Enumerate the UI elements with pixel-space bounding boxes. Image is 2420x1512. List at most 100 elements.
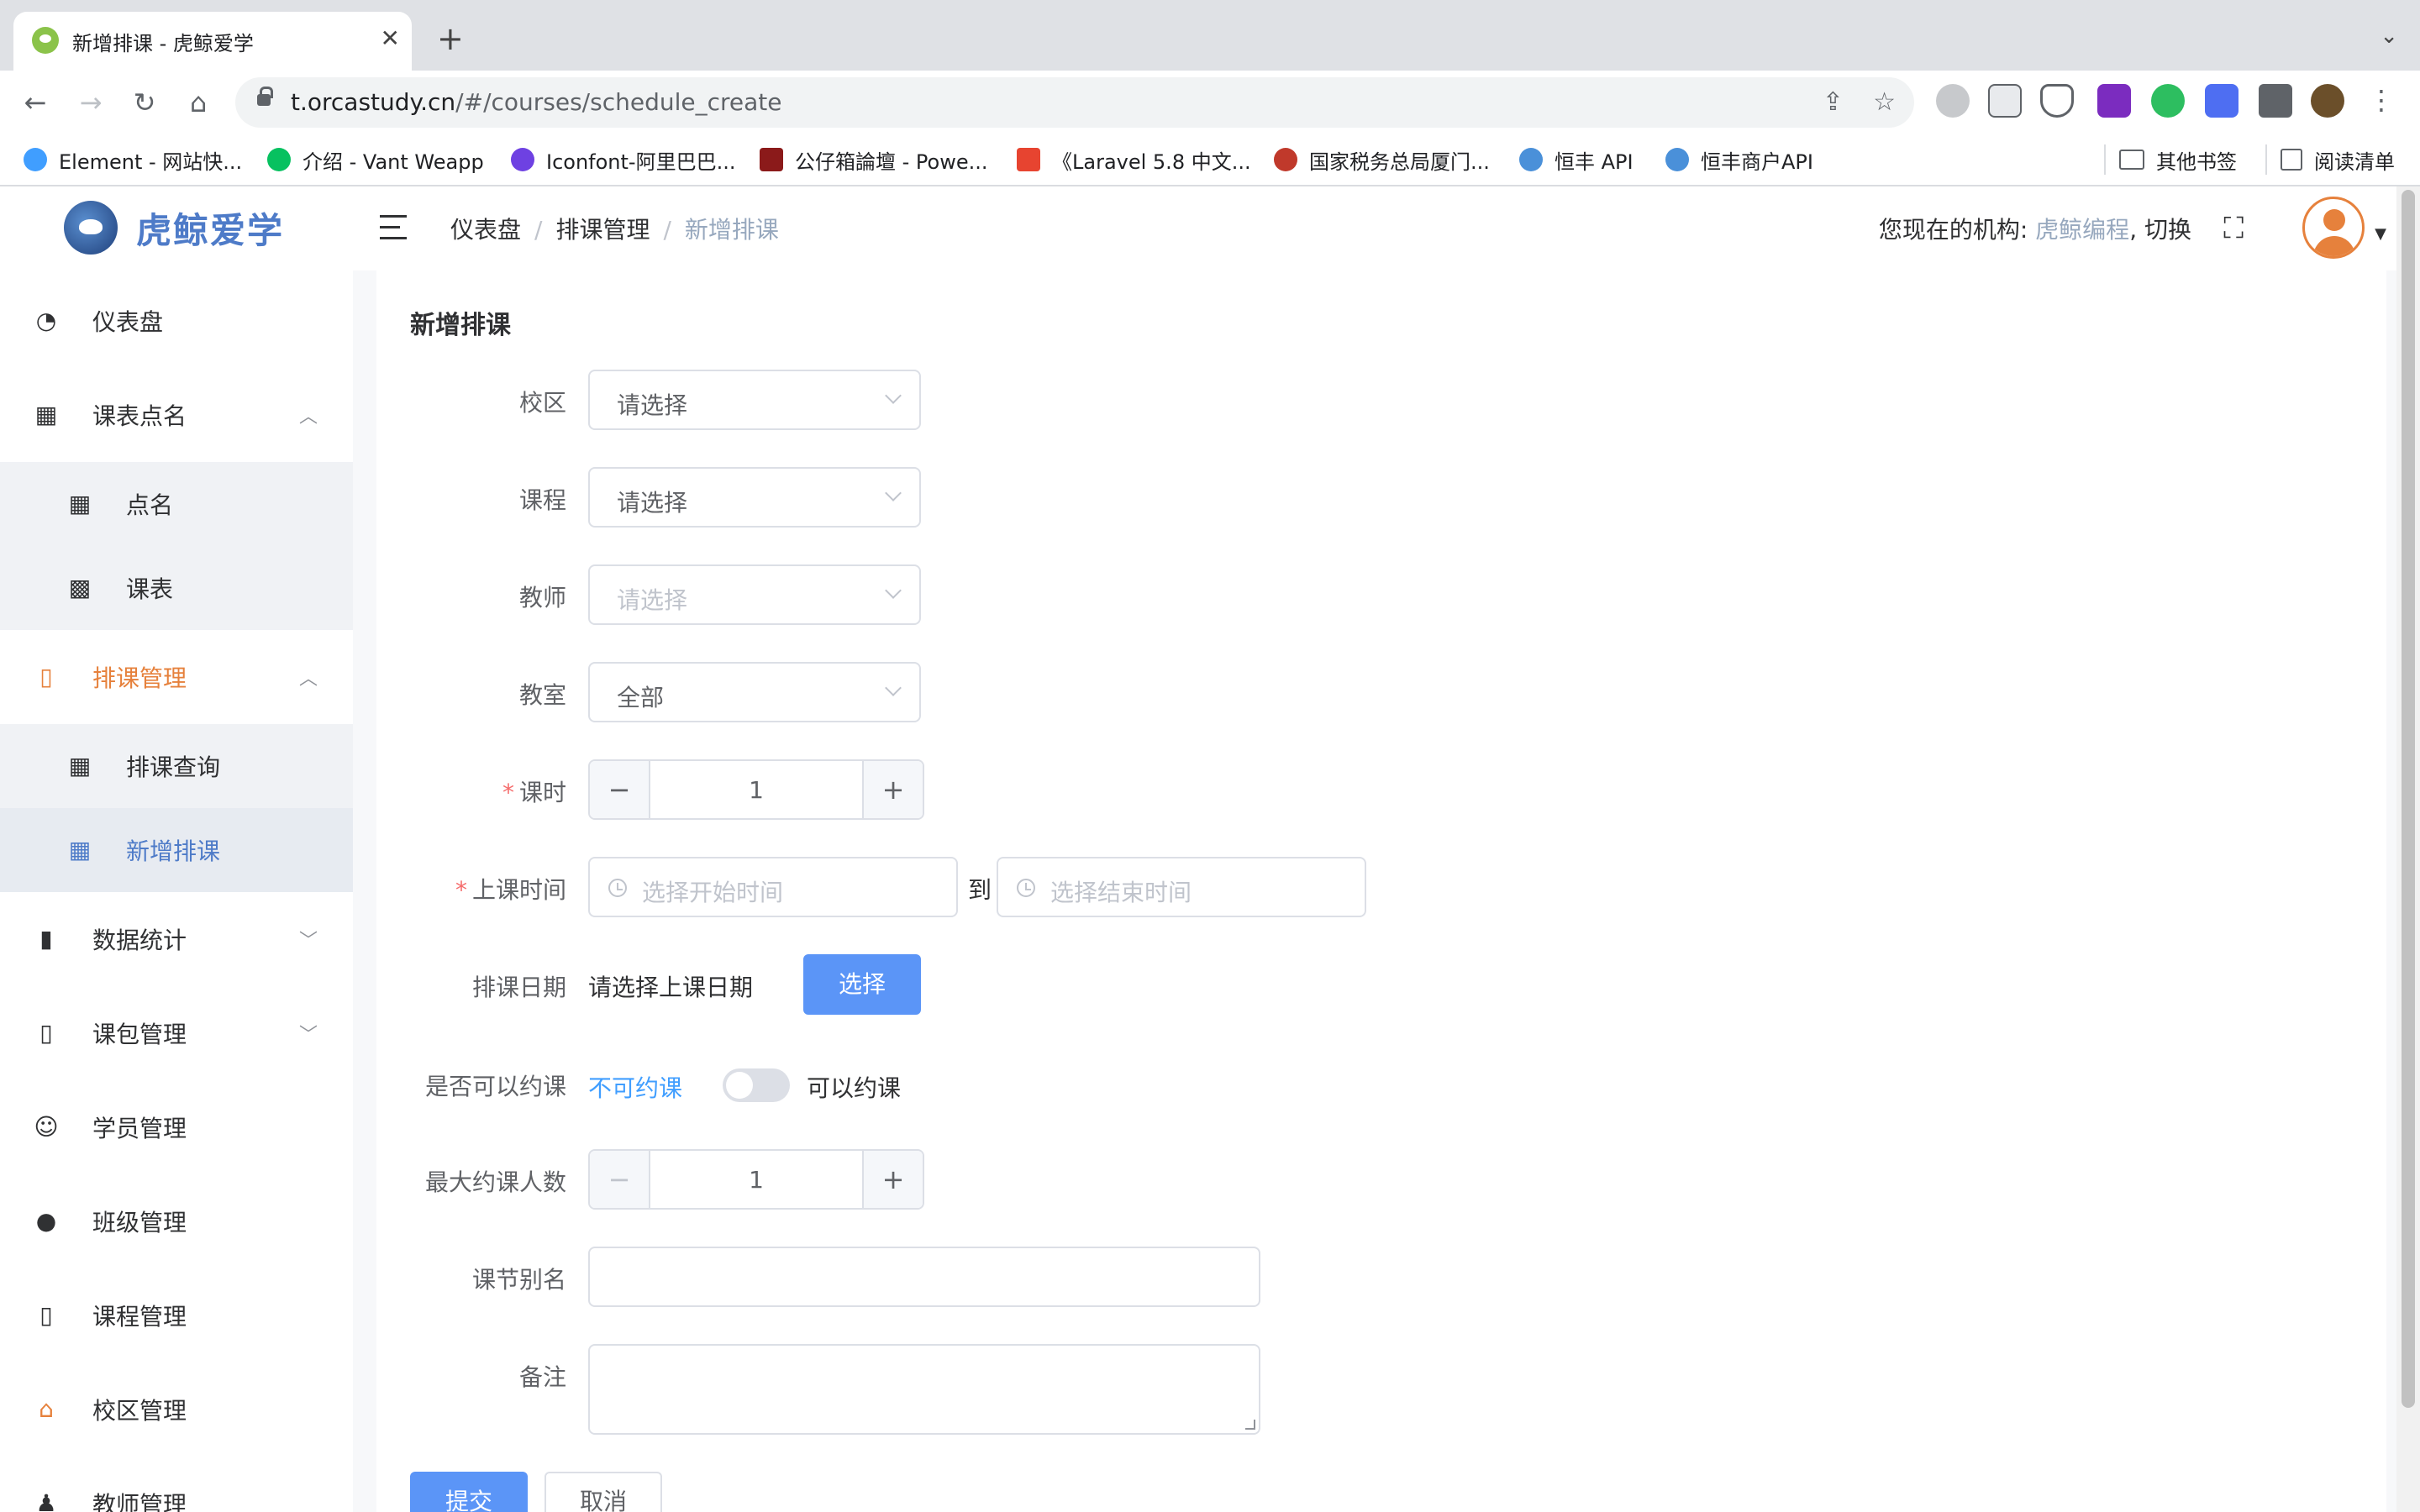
book-icon: ▯ [39,1301,53,1329]
breadcrumb-current: 新增排课 [684,216,779,244]
hours-increase-button[interactable]: + [862,761,923,818]
max-people-increase-button[interactable]: + [862,1151,923,1208]
address-bar[interactable]: t.orcastudy.cn/#/courses/schedule_create… [235,77,1914,128]
sidebar-item-dashboard[interactable]: ◔ 仪表盘 [0,274,353,368]
chevron-down-icon: ﹀ [298,1025,318,1046]
hours-stepper[interactable]: − 1 + [588,759,924,820]
browser-menu-icon[interactable]: ⋮ [2368,84,2395,116]
required-asterisk: * [455,876,467,904]
tab-close-icon[interactable]: ✕ [381,25,400,52]
sidebar-item-label: 排课查询 [126,753,221,781]
sidebar-item-packages[interactable]: ▯ 课包管理 ﹀ [0,986,353,1080]
bookmark-star-icon[interactable]: ☆ [1873,87,1896,117]
user-avatar[interactable] [2302,197,2365,259]
lock-icon[interactable] [257,87,273,106]
sidebar-item-label: 课包管理 [92,1021,187,1048]
logo-text: 虎鲸爱学 [136,209,285,251]
sidebar-item-scheduling[interactable]: ▯ 排课管理 ︿ [0,630,353,724]
max-people-value[interactable]: 1 [650,1166,862,1194]
page-scrollbar[interactable] [2396,186,2420,1512]
bookmark-laravel[interactable]: 《Laravel 5.8 中文... [1017,144,1251,175]
sidebar-item-courses[interactable]: ▯ 课程管理 [0,1268,353,1362]
bookmark-element[interactable]: Element - 网站快... [24,144,242,175]
back-icon[interactable]: ← [17,84,54,121]
bookmark-vant[interactable]: 介绍 - Vant Weapp [267,144,484,175]
org-switch-link[interactable]: , 切换 [2129,216,2191,244]
calendar-icon: ▦ [68,752,92,780]
sidebar-item-label: 点名 [126,491,174,519]
url-text[interactable]: t.orcastudy.cn/#/courses/schedule_create [291,88,781,116]
extension-jh-icon[interactable] [2205,84,2238,118]
submit-button[interactable]: 提交 [410,1472,528,1512]
org-indicator: 您现在的机构: 虎鲸编程, 切换 [1879,212,2191,245]
sidebar-item-statistics[interactable]: ▮ 数据统计 ﹀ [0,892,353,986]
reload-icon[interactable]: ↻ [126,84,163,121]
teacher-select[interactable]: 请选择 [588,564,921,625]
sidebar-item-teachers[interactable]: ♟ 教师管理 [0,1457,353,1512]
sidebar-item-schedule-table[interactable]: ▩ 课表 [0,546,353,630]
calendar-icon: ▦ [34,401,58,428]
extension-globe-icon[interactable] [1936,84,1970,118]
extension-mail-icon[interactable] [1988,84,2022,118]
bookmark-favicon-icon [1274,148,1297,171]
caret-down-icon[interactable]: ▼ [2375,225,2386,243]
new-tab-icon[interactable]: + [437,22,464,55]
hours-label: * 课时 [502,779,566,806]
max-people-decrease-button[interactable]: − [590,1151,650,1208]
home-icon[interactable]: ⌂ [180,84,217,121]
end-time-picker[interactable]: 选择结束时间 [997,857,1366,917]
share-icon[interactable]: ⇪ [1823,87,1844,117]
menu-toggle-icon[interactable] [380,215,407,240]
extension-evernote-icon[interactable] [2151,84,2185,118]
choose-date-button[interactable]: 选择 [803,954,921,1015]
resize-handle-icon[interactable] [1245,1420,1255,1430]
reading-list[interactable]: 阅读清单 [2265,144,2395,175]
bookmark-tax[interactable]: 国家税务总局厦门... [1274,144,1490,175]
cancel-button[interactable]: 取消 [544,1472,662,1512]
sidebar-item-campuses[interactable]: ⌂ 校区管理 [0,1362,353,1457]
campus-select[interactable]: 请选择 [588,370,921,430]
course-select[interactable]: 请选择 [588,467,921,528]
bookmark-hengfeng-merchant-api[interactable]: 恒丰商户API [1665,144,1813,175]
remark-textarea[interactable] [588,1344,1260,1435]
classroom-select[interactable]: 全部 [588,662,921,722]
sidebar-item-schedule-query[interactable]: ▦ 排课查询 [0,724,353,808]
sidebar-item-schedule-create[interactable]: ▦ 新增排课 [0,808,353,892]
site-favicon-icon [32,27,59,54]
extension-rp-icon[interactable] [2097,84,2131,118]
org-prefix: 您现在的机构: [1878,216,2036,244]
main-content: 新增排课 校区 请选择 课程 请选择 教师 请选择 教室 全部 * 课时 − 1… [353,270,2403,1512]
max-people-stepper[interactable]: − 1 + [588,1149,924,1210]
browser-toolbar: ← → ↻ ⌂ t.orcastudy.cn/#/courses/schedul… [0,71,2420,134]
bookmark-iconfont[interactable]: Iconfont-阿里巴巴... [511,144,735,175]
sidebar-item-roll-call[interactable]: ▦ 点名 [0,462,353,546]
sidebar-item-label: 新增排课 [126,837,221,865]
scrollbar-thumb[interactable] [2402,190,2415,1408]
sidebar-item-students[interactable]: ☺ 学员管理 [0,1080,353,1174]
breadcrumb-dashboard[interactable]: 仪表盘 [450,216,521,244]
start-time-picker[interactable]: 选择开始时间 [588,857,958,917]
bookable-off-text[interactable]: 不可约课 [588,1070,682,1104]
app-root: 虎鲸爱学 ◔ 仪表盘 ▦ 课表点名 ︿ ▦ 点名 ▩ 课表 ▯ 排课管理 ︿ ▦… [0,186,2420,1512]
bookable-on-text[interactable]: 可以约课 [807,1070,901,1104]
extensions-puzzle-icon[interactable] [2259,84,2292,118]
tab-search-chevron-icon[interactable]: ⌄ [2380,24,2398,49]
profile-avatar-icon[interactable] [2311,84,2344,118]
hours-value[interactable]: 1 [650,776,862,804]
calendar-check-icon: ▦ [68,490,92,517]
alias-input[interactable] [588,1247,1260,1307]
other-bookmarks[interactable]: 其他书签 [2104,144,2237,175]
hours-decrease-button[interactable]: − [590,761,650,818]
breadcrumb-scheduling[interactable]: 排课管理 [555,216,650,244]
browser-tab[interactable]: 新增排课 - 虎鲸爱学 ✕ [13,12,412,71]
orca-logo-icon [64,201,118,255]
bookable-switch[interactable] [723,1068,790,1102]
bookmark-hengfeng-api[interactable]: 恒丰 API [1519,144,1634,175]
fullscreen-icon[interactable]: ⛶ [2223,212,2244,245]
sidebar-item-timetable[interactable]: ▦ 课表点名 ︿ [0,368,353,462]
forward-icon[interactable]: → [72,84,109,121]
bookmark-gongzaixiang[interactable]: 公仔箱論壇 - Powe... [760,144,988,175]
app-logo[interactable]: 虎鲸爱学 [64,198,284,257]
extension-shield-icon[interactable] [2040,84,2074,118]
sidebar-item-classes[interactable]: ● 班级管理 [0,1174,353,1268]
